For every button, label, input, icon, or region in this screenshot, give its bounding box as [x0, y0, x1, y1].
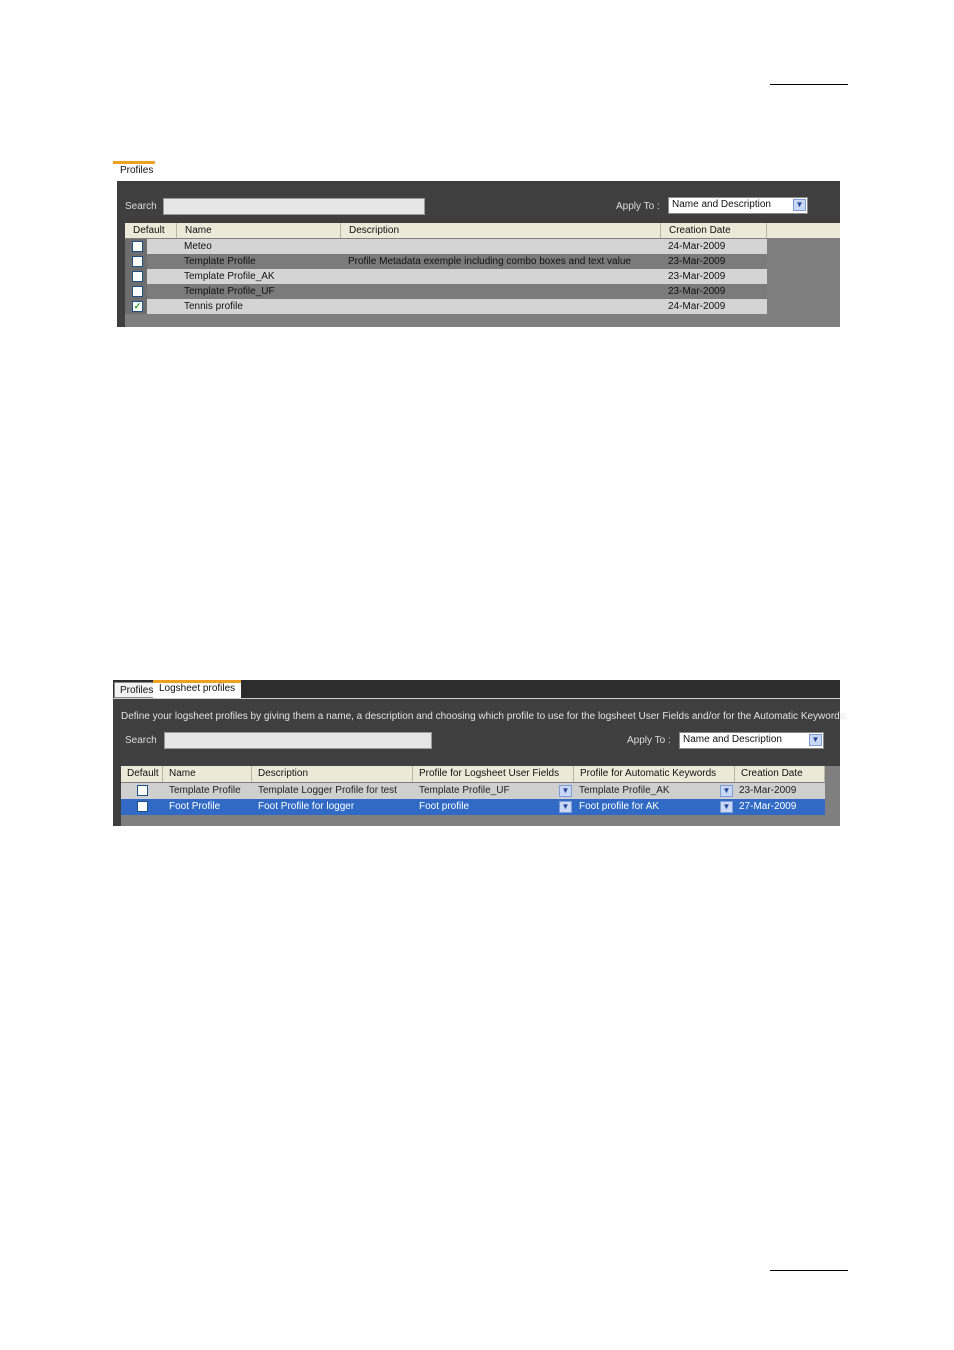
- row-name: Template Profile_AK: [184, 271, 275, 282]
- default-cell: [125, 254, 147, 269]
- row-name: Tennis profile: [184, 301, 243, 312]
- table-header: Default Name Description Creation Date: [125, 223, 840, 238]
- row-name: Template Profile: [184, 256, 256, 267]
- tab-divider: [113, 698, 840, 699]
- logsheet-profiles-panel: Profiles Logsheet profiles Define your l…: [113, 680, 848, 826]
- default-checkbox-checked[interactable]: ✓: [132, 301, 143, 312]
- column-header-name[interactable]: Name: [177, 223, 341, 238]
- column-header-default[interactable]: Default: [121, 766, 163, 782]
- row-auto-keywords-profile[interactable]: Foot profile for AK: [579, 799, 659, 815]
- apply-to-select[interactable]: Name and Description ▼: [668, 197, 808, 214]
- default-checkbox[interactable]: [132, 256, 143, 267]
- row-date: 23-Mar-2009: [739, 785, 797, 796]
- logsheet-profiles-table: Default Name Description Profile for Log…: [121, 766, 840, 826]
- tab-profiles[interactable]: Profiles: [113, 161, 155, 178]
- chevron-down-icon[interactable]: ▼: [720, 785, 733, 797]
- chevron-down-icon[interactable]: ▼: [559, 785, 572, 797]
- table-row-selected[interactable]: Foot Profile Foot Profile for logger Foo…: [121, 799, 825, 815]
- default-cell: ✓: [125, 299, 147, 314]
- default-checkbox[interactable]: [132, 271, 143, 282]
- search-label: Search: [125, 201, 157, 212]
- row-user-fields-profile[interactable]: Template Profile_UF: [419, 783, 510, 799]
- table-row[interactable]: Template Profile Template Logger Profile…: [121, 783, 825, 799]
- profiles-table: Default Name Description Creation Date M…: [125, 223, 840, 327]
- column-header-description[interactable]: Description: [341, 223, 661, 238]
- table-row[interactable]: Template Profile Profile Metadata exempl…: [125, 254, 767, 269]
- column-header-automatic-keywords[interactable]: Profile for Automatic Keywords: [574, 766, 735, 782]
- page-header-rule: [770, 84, 848, 85]
- default-cell: [125, 239, 147, 254]
- row-description: Profile Metadata exemple including combo…: [348, 256, 631, 267]
- default-cell: [125, 269, 147, 284]
- apply-to-select[interactable]: Name and Description ▼: [679, 732, 824, 749]
- apply-to-label: Apply To :: [627, 735, 671, 746]
- row-description: Foot Profile for logger: [258, 801, 355, 812]
- tab-logsheet-profiles[interactable]: Logsheet profiles: [153, 680, 242, 698]
- profiles-panel: Search Apply To : Name and Description ▼…: [117, 181, 840, 327]
- row-name: Template Profile: [169, 785, 241, 796]
- column-header-default[interactable]: Default: [125, 223, 177, 238]
- chevron-down-icon[interactable]: ▼: [720, 801, 733, 813]
- column-header-creation-date[interactable]: Creation Date: [735, 766, 825, 782]
- search-input[interactable]: [164, 732, 432, 749]
- default-checkbox[interactable]: [137, 785, 148, 796]
- chevron-down-icon[interactable]: ▼: [793, 199, 806, 211]
- row-date: 27-Mar-2009: [739, 801, 797, 812]
- instruction-text: Define your logsheet profiles by giving …: [121, 711, 848, 722]
- row-description: Template Logger Profile for test: [258, 785, 397, 796]
- table-row[interactable]: Meteo 24-Mar-2009: [125, 239, 767, 254]
- row-date: 24-Mar-2009: [668, 301, 726, 312]
- column-header-creation-date[interactable]: Creation Date: [661, 223, 767, 238]
- row-auto-keywords-profile[interactable]: Template Profile_AK: [579, 783, 670, 799]
- default-checkbox[interactable]: [137, 801, 148, 812]
- tab-bar: Profiles Logsheet profiles: [113, 680, 840, 698]
- apply-to-value: Name and Description: [672, 199, 771, 210]
- row-name: Template Profile_UF: [184, 286, 275, 297]
- row-name: Meteo: [184, 241, 212, 252]
- search-input[interactable]: [163, 198, 425, 215]
- chevron-down-icon[interactable]: ▼: [559, 801, 572, 813]
- table-header: Default Name Description Profile for Log…: [121, 766, 825, 782]
- table-row[interactable]: Template Profile_AK 23-Mar-2009: [125, 269, 767, 284]
- row-date: 23-Mar-2009: [668, 271, 726, 282]
- table-row[interactable]: ✓ Tennis profile 24-Mar-2009: [125, 299, 767, 314]
- chevron-down-icon[interactable]: ▼: [809, 734, 822, 746]
- table-row[interactable]: Template Profile_UF 23-Mar-2009: [125, 284, 767, 299]
- search-label: Search: [125, 735, 157, 746]
- row-date: 24-Mar-2009: [668, 241, 726, 252]
- column-header-description[interactable]: Description: [252, 766, 413, 782]
- default-checkbox[interactable]: [132, 241, 143, 252]
- row-user-fields-profile[interactable]: Foot profile: [419, 799, 469, 815]
- column-header-name[interactable]: Name: [163, 766, 252, 782]
- page-footer-rule: [770, 1270, 848, 1271]
- row-name: Foot Profile: [169, 801, 221, 812]
- column-header-logsheet-user-fields[interactable]: Profile for Logsheet User Fields: [413, 766, 574, 782]
- default-checkbox[interactable]: [132, 286, 143, 297]
- default-cell: [125, 284, 147, 299]
- apply-to-label: Apply To :: [616, 201, 660, 212]
- row-date: 23-Mar-2009: [668, 256, 726, 267]
- row-date: 23-Mar-2009: [668, 286, 726, 297]
- apply-to-value: Name and Description: [683, 734, 782, 745]
